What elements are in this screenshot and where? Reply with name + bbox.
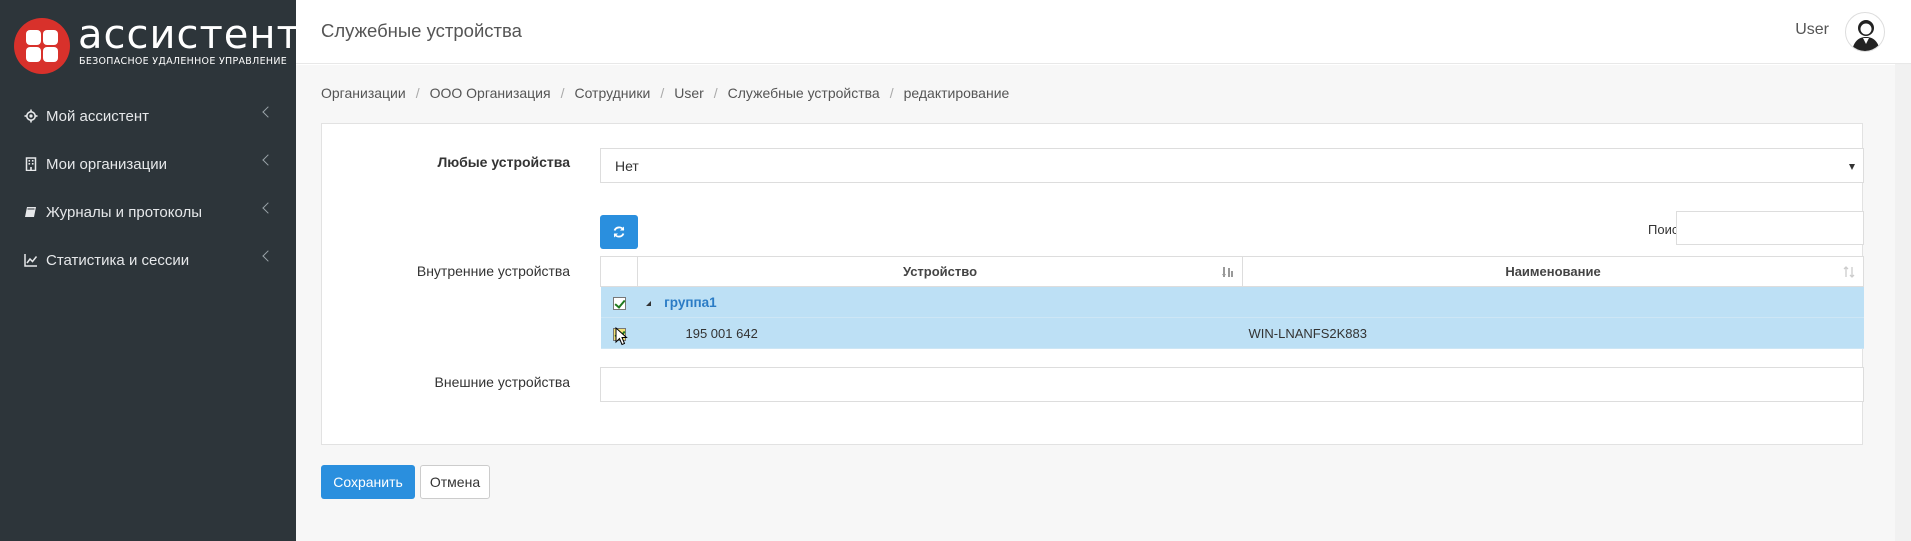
breadcrumb-item[interactable]: ООО Организация xyxy=(430,85,551,101)
breadcrumb-item[interactable]: Сотрудники xyxy=(574,85,650,101)
logo[interactable]: ассистент БЕЗОПАСНОЕ УДАЛЕННОЕ УПРАВЛЕНИ… xyxy=(14,12,300,74)
column-header-name[interactable]: Наименование xyxy=(1242,256,1864,287)
external-devices-label: Внешние устройства xyxy=(434,374,570,390)
breadcrumb-separator: / xyxy=(660,85,665,101)
sort-icon xyxy=(1222,267,1233,277)
logo-icon xyxy=(14,18,70,74)
chevron-left-icon xyxy=(262,250,274,262)
group-name-cell xyxy=(1242,286,1864,318)
sidebar-item-my-assistant[interactable]: Мой ассистент xyxy=(0,92,296,140)
internal-devices-label: Внутренние устройства xyxy=(416,263,570,279)
user-name[interactable]: User xyxy=(1795,21,1829,39)
group-cell: группа1 xyxy=(637,286,1243,318)
row-checkbox-cell xyxy=(600,286,638,318)
breadcrumb-item[interactable]: User xyxy=(674,85,704,101)
group-label[interactable]: группа1 xyxy=(664,295,717,310)
sort-icon xyxy=(1843,266,1855,278)
building-icon xyxy=(24,157,38,172)
page-title: Служебные устройства xyxy=(321,20,522,41)
breadcrumb-separator: / xyxy=(889,85,894,101)
breadcrumb: Организации / ООО Организация / Сотрудни… xyxy=(321,85,1009,101)
breadcrumb-separator: / xyxy=(560,85,565,101)
sidebar: ассистент БЕЗОПАСНОЕ УДАЛЕННОЕ УПРАВЛЕНИ… xyxy=(0,0,300,541)
main-content: Организации / ООО Организация / Сотрудни… xyxy=(296,65,1895,541)
row-checkbox-cell xyxy=(600,317,638,349)
sidebar-item-label: Статистика и сессии xyxy=(46,251,190,269)
chevron-left-icon xyxy=(262,106,274,118)
save-button[interactable]: Сохранить xyxy=(321,465,415,499)
select-value: Нет xyxy=(615,158,639,174)
sidebar-item-my-organizations[interactable]: Мои организации xyxy=(0,140,296,188)
sidebar-item-label: Мои организации xyxy=(46,155,167,173)
cancel-button[interactable]: Отмена xyxy=(420,465,490,499)
device-id-cell: 195 001 642 xyxy=(637,317,1243,349)
book-icon xyxy=(24,205,38,219)
user-icon xyxy=(1852,20,1880,51)
refresh-icon xyxy=(613,226,625,238)
breadcrumb-separator: / xyxy=(713,85,718,101)
breadcrumb-item-current: редактирование xyxy=(903,85,1010,101)
logo-tagline: БЕЗОПАСНОЕ УДАЛЕННОЕ УПРАВЛЕНИЕ xyxy=(79,56,288,67)
sidebar-item-label: Мой ассистент xyxy=(46,107,149,125)
chevron-left-icon xyxy=(262,202,274,214)
table-row[interactable]: 195 001 642 WIN-LNANFS2K883 xyxy=(600,317,1864,349)
group-checkbox[interactable] xyxy=(612,296,626,310)
gear-icon xyxy=(24,109,38,123)
sidebar-item-logs[interactable]: Журналы и протоколы xyxy=(0,188,296,236)
external-devices-input[interactable] xyxy=(600,367,1864,402)
caret-down-icon xyxy=(1849,164,1855,170)
triangle-expand-icon[interactable] xyxy=(645,300,651,306)
top-header: Служебные устройства User xyxy=(296,0,1911,64)
sidebar-nav: Мой ассистент Мои организации Журналы и … xyxy=(0,92,296,284)
table-header-row: Устройство Наименование xyxy=(600,256,1864,287)
column-header-label: Устройство xyxy=(902,264,978,279)
device-name-cell: WIN-LNANFS2K883 xyxy=(1242,317,1864,349)
refresh-button[interactable] xyxy=(600,215,638,249)
form-panel: Любые устройства Нет Внутренние устройст… xyxy=(321,123,1864,445)
any-devices-select[interactable]: Нет xyxy=(600,148,1864,183)
sidebar-item-statistics[interactable]: Статистика и сессии xyxy=(0,236,296,284)
table-row-group[interactable]: группа1 xyxy=(600,286,1864,318)
avatar[interactable] xyxy=(1845,12,1885,52)
breadcrumb-item[interactable]: Служебные устройства xyxy=(728,85,880,101)
mouse-cursor-icon xyxy=(615,327,628,346)
column-header-label: Наименование xyxy=(1505,264,1601,279)
chevron-left-icon xyxy=(262,154,274,166)
breadcrumb-separator: / xyxy=(415,85,420,101)
any-devices-label: Любые устройства xyxy=(437,154,570,170)
chart-icon xyxy=(24,253,38,267)
logo-title: ассистент xyxy=(78,12,301,58)
breadcrumb-item[interactable]: Организации xyxy=(321,85,406,101)
scrollbar[interactable] xyxy=(1895,64,1911,541)
select-column-header xyxy=(600,256,638,287)
devices-table: Устройство Наименование группа1 195 001 … xyxy=(600,256,1864,349)
sidebar-item-label: Журналы и протоколы xyxy=(46,203,203,221)
search-input[interactable] xyxy=(1676,211,1864,245)
column-header-device[interactable]: Устройство xyxy=(637,256,1243,287)
